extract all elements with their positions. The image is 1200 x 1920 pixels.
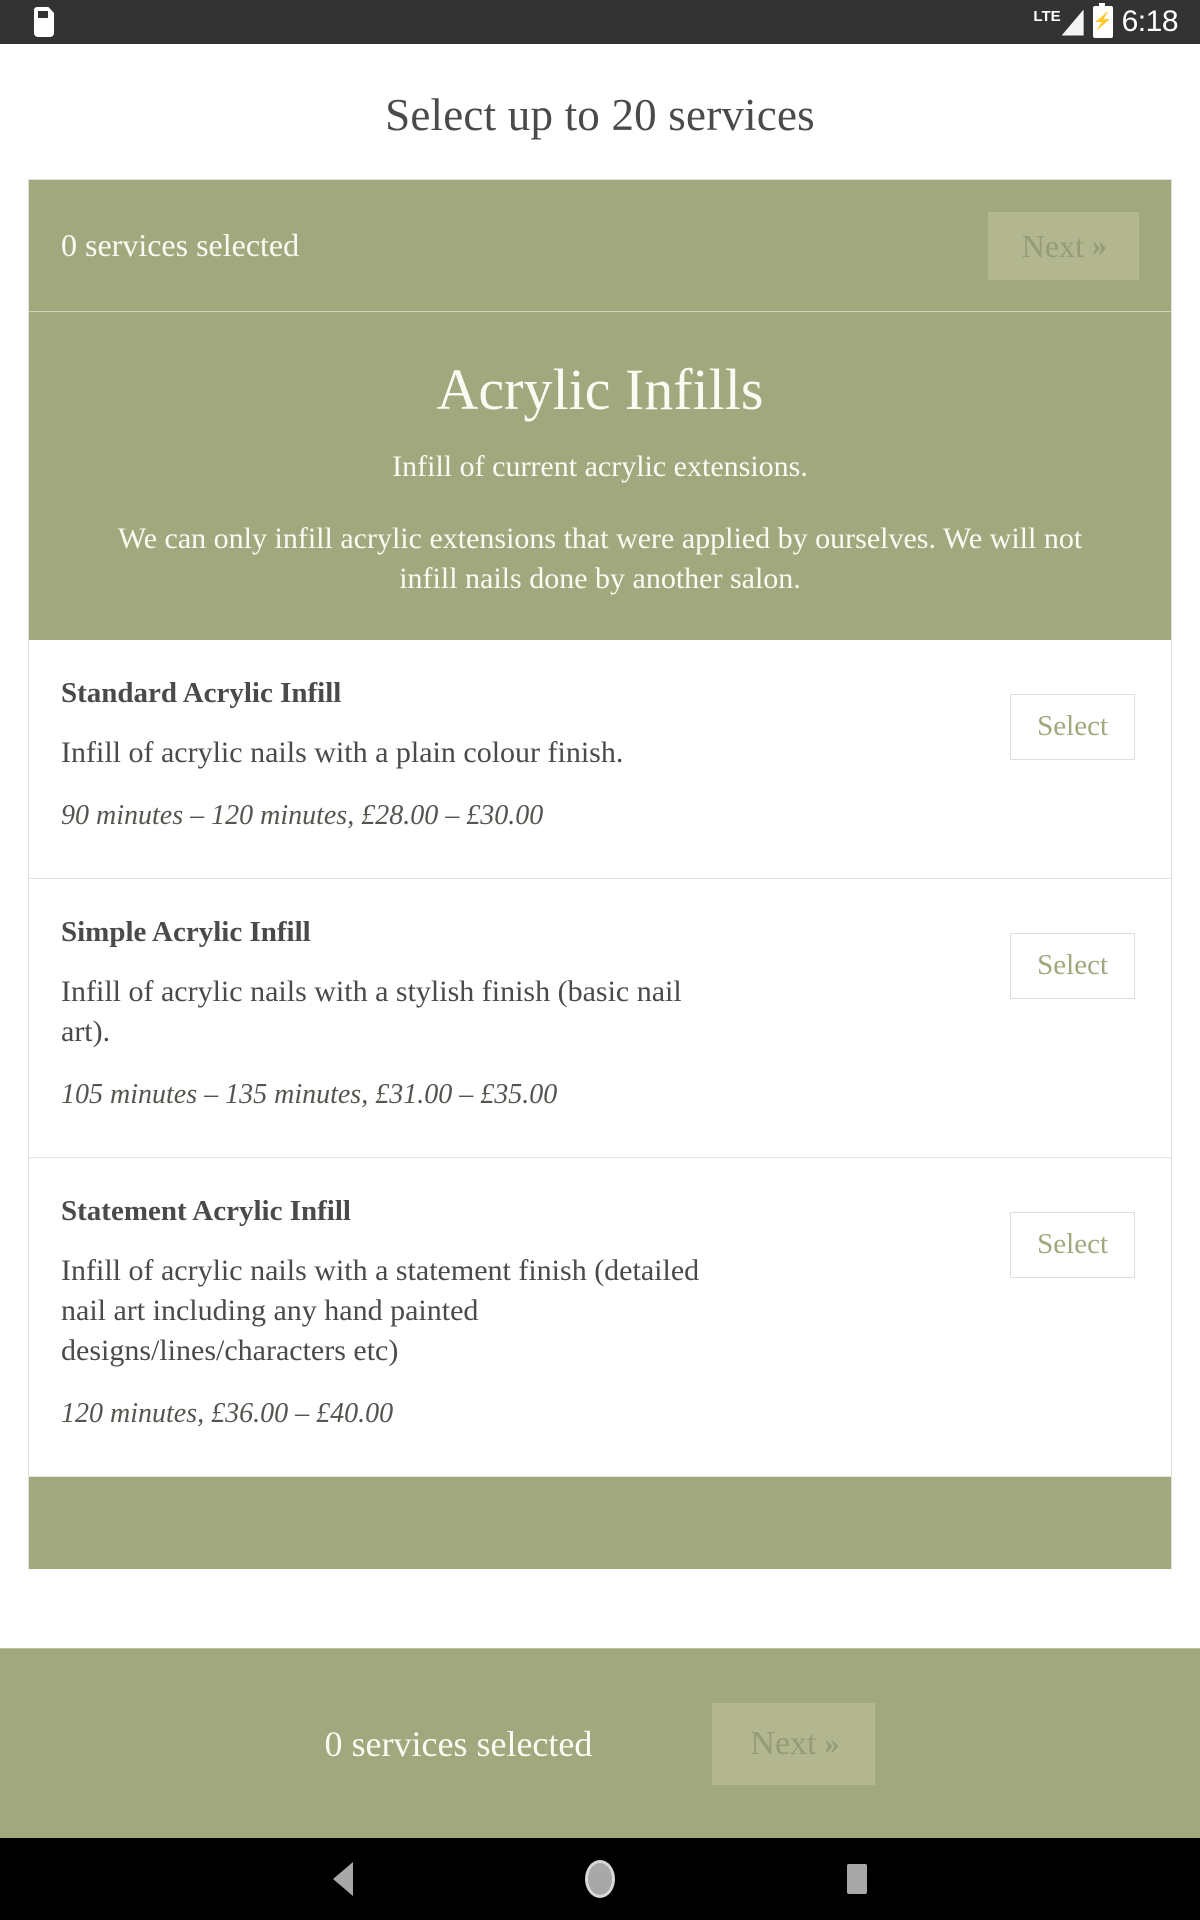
service-name: Statement Acrylic Infill [61, 1195, 351, 1228]
service-duration-price: 120 minutes, £36.00 – £40.00 [61, 1397, 394, 1429]
status-bar: LTE 6:18 [0, 0, 1200, 44]
service-description: Infill of acrylic nails with a statement… [61, 1254, 700, 1367]
sticky-selected-count-label: 0 services selected [324, 1723, 593, 1764]
selection-summary-bar: 0 services selected Next » [29, 180, 1171, 312]
next-button-label: Next [1021, 227, 1084, 264]
next-button[interactable]: Next » [987, 211, 1139, 280]
selected-count-label: 0 services selected [61, 227, 300, 263]
back-icon[interactable] [333, 1862, 353, 1896]
select-button[interactable]: Select [1010, 693, 1135, 760]
service-description: Infill of acrylic nails with a stylish f… [61, 974, 682, 1048]
sticky-next-button-label: Next [750, 1724, 817, 1762]
section-header: Acrylic Infills Infill of current acryli… [29, 312, 1171, 640]
select-button[interactable]: Select [1010, 1212, 1135, 1279]
chevron-right-double-icon: » [824, 1726, 839, 1760]
service-name: Standard Acrylic Infill [61, 676, 342, 709]
battery-charging-icon [1092, 3, 1113, 38]
clock-label: 6:18 [1121, 5, 1179, 38]
chevron-right-double-icon: » [1092, 228, 1107, 262]
service-details: Simple Acrylic Infill Infill of acrylic … [61, 915, 1010, 1111]
home-icon[interactable] [585, 1860, 615, 1898]
select-button[interactable]: Select [1010, 933, 1135, 1000]
sd-card-icon [34, 7, 54, 37]
service-details: Standard Acrylic Infill Infill of acryli… [61, 676, 1010, 832]
services-card: 0 services selected Next » Acrylic Infil… [28, 179, 1172, 1570]
status-bar-right: LTE 6:18 [1033, 3, 1179, 38]
service-row[interactable]: Statement Acrylic Infill Infill of acryl… [29, 1158, 1171, 1478]
signal-bars-icon [1061, 9, 1084, 36]
network-label: LTE [1033, 7, 1061, 25]
service-details: Statement Acrylic Infill Infill of acryl… [61, 1194, 1010, 1430]
service-description: Infill of acrylic nails with a plain col… [61, 735, 624, 769]
service-duration-price: 90 minutes – 120 minutes, £28.00 – £30.0… [61, 799, 544, 831]
status-bar-left [34, 7, 54, 37]
sticky-selection-bar: 0 services selected Next » [0, 1648, 1200, 1838]
service-row[interactable]: Simple Acrylic Infill Infill of acrylic … [29, 879, 1171, 1159]
sticky-next-button[interactable]: Next » [712, 1702, 876, 1785]
service-name: Simple Acrylic Infill [61, 916, 311, 949]
section-subtitle: Infill of current acrylic extensions. [392, 449, 808, 483]
service-duration-price: 105 minutes – 135 minutes, £31.00 – £35.… [61, 1078, 558, 1110]
recents-icon[interactable] [847, 1864, 867, 1894]
android-navigation-bar [0, 1838, 1200, 1920]
section-description: We can only infill acrylic extensions th… [117, 521, 1083, 596]
section-title: Acrylic Infills [436, 357, 764, 422]
network-status: LTE [1033, 7, 1084, 36]
card-footer-strip [29, 1477, 1171, 1570]
service-row[interactable]: Standard Acrylic Infill Infill of acryli… [29, 639, 1171, 880]
page-title: Select up to 20 services [385, 90, 815, 140]
